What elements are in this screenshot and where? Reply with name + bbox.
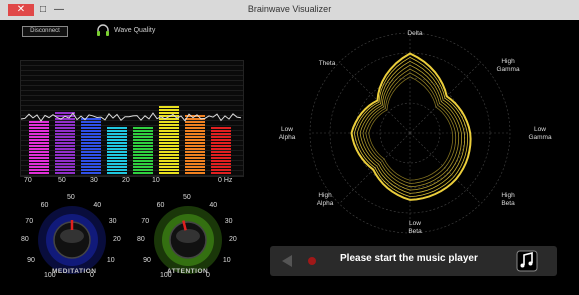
record-indicator-icon <box>308 257 316 265</box>
music-note-icon[interactable] <box>516 250 538 272</box>
raw-eeg-waveform <box>21 112 242 122</box>
dial-tick-label: 60 <box>156 201 165 209</box>
music-player-bar: Please start the music player <box>270 246 557 276</box>
play-icon[interactable] <box>282 255 292 267</box>
meditation-label: MEDITATION <box>52 268 97 275</box>
spectrum-bar <box>55 112 75 174</box>
radar-label-high-alpha: High Alpha <box>316 192 334 207</box>
dial-tick-label: 30 <box>224 218 233 226</box>
spectrum-bar <box>185 115 205 174</box>
dial-tick-label: 70 <box>25 218 34 226</box>
dial-tick-label: 10 <box>106 257 115 264</box>
dial-tick-label: 50 <box>67 194 75 201</box>
dial-tick-label: 80 <box>21 236 29 243</box>
window-title: Brainwave Visualizer <box>247 4 332 14</box>
dial-tick-label: 80 <box>137 236 145 243</box>
spectrum-bar <box>81 118 101 174</box>
radar-traces <box>350 52 472 201</box>
dial-tick-label: 40 <box>209 201 218 209</box>
radar-label-low-beta: Low Beta <box>408 220 422 235</box>
dial-tick-label: 90 <box>143 257 151 264</box>
radar-label-high-gamma: High Gamma <box>496 58 520 73</box>
radar-label-low-alpha: Low Alpha <box>278 126 296 141</box>
wave-quality-label: Wave Quality <box>114 27 156 34</box>
spectrum-bar <box>133 127 153 174</box>
attention-knob[interactable] <box>154 206 222 274</box>
spectrum-panel <box>20 60 244 177</box>
dial-tick-label: 20 <box>113 236 121 243</box>
radar-label-delta: Delta <box>407 30 423 37</box>
disconnect-button[interactable]: Disconnect <box>22 26 68 37</box>
radar-label-theta: Theta <box>318 60 336 67</box>
dial-tick-label: 70 <box>141 218 150 226</box>
attention-label: ATTENTION <box>167 268 209 275</box>
dial-tick-label: 50 <box>183 194 191 201</box>
dial-tick-label: 20 <box>229 236 237 243</box>
spectrum-bar <box>211 127 231 174</box>
dial-tick-label: 60 <box>40 201 49 209</box>
spectrum-bar <box>29 121 49 174</box>
headset-icon <box>97 24 109 36</box>
meditation-knob[interactable] <box>38 206 106 274</box>
title-bar: ✕ □ — Brainwave Visualizer <box>0 0 579 21</box>
dial-tick-label: 90 <box>27 257 35 264</box>
radar-label-low-gamma: Low Gamma <box>528 126 552 141</box>
player-status-message: Please start the music player <box>340 253 478 264</box>
visualizer-area: Disconnect Wave Quality 70 50 30 20 10 0 Hz 5… <box>0 20 579 295</box>
dial-tick-label: 10 <box>222 257 231 264</box>
dial-tick-label: 30 <box>108 218 117 226</box>
spectrum-bar <box>107 127 127 174</box>
dial-tick-label: 40 <box>93 201 102 209</box>
radar-label-high-beta: High Beta <box>501 192 515 207</box>
spectrum-chart <box>21 106 242 174</box>
